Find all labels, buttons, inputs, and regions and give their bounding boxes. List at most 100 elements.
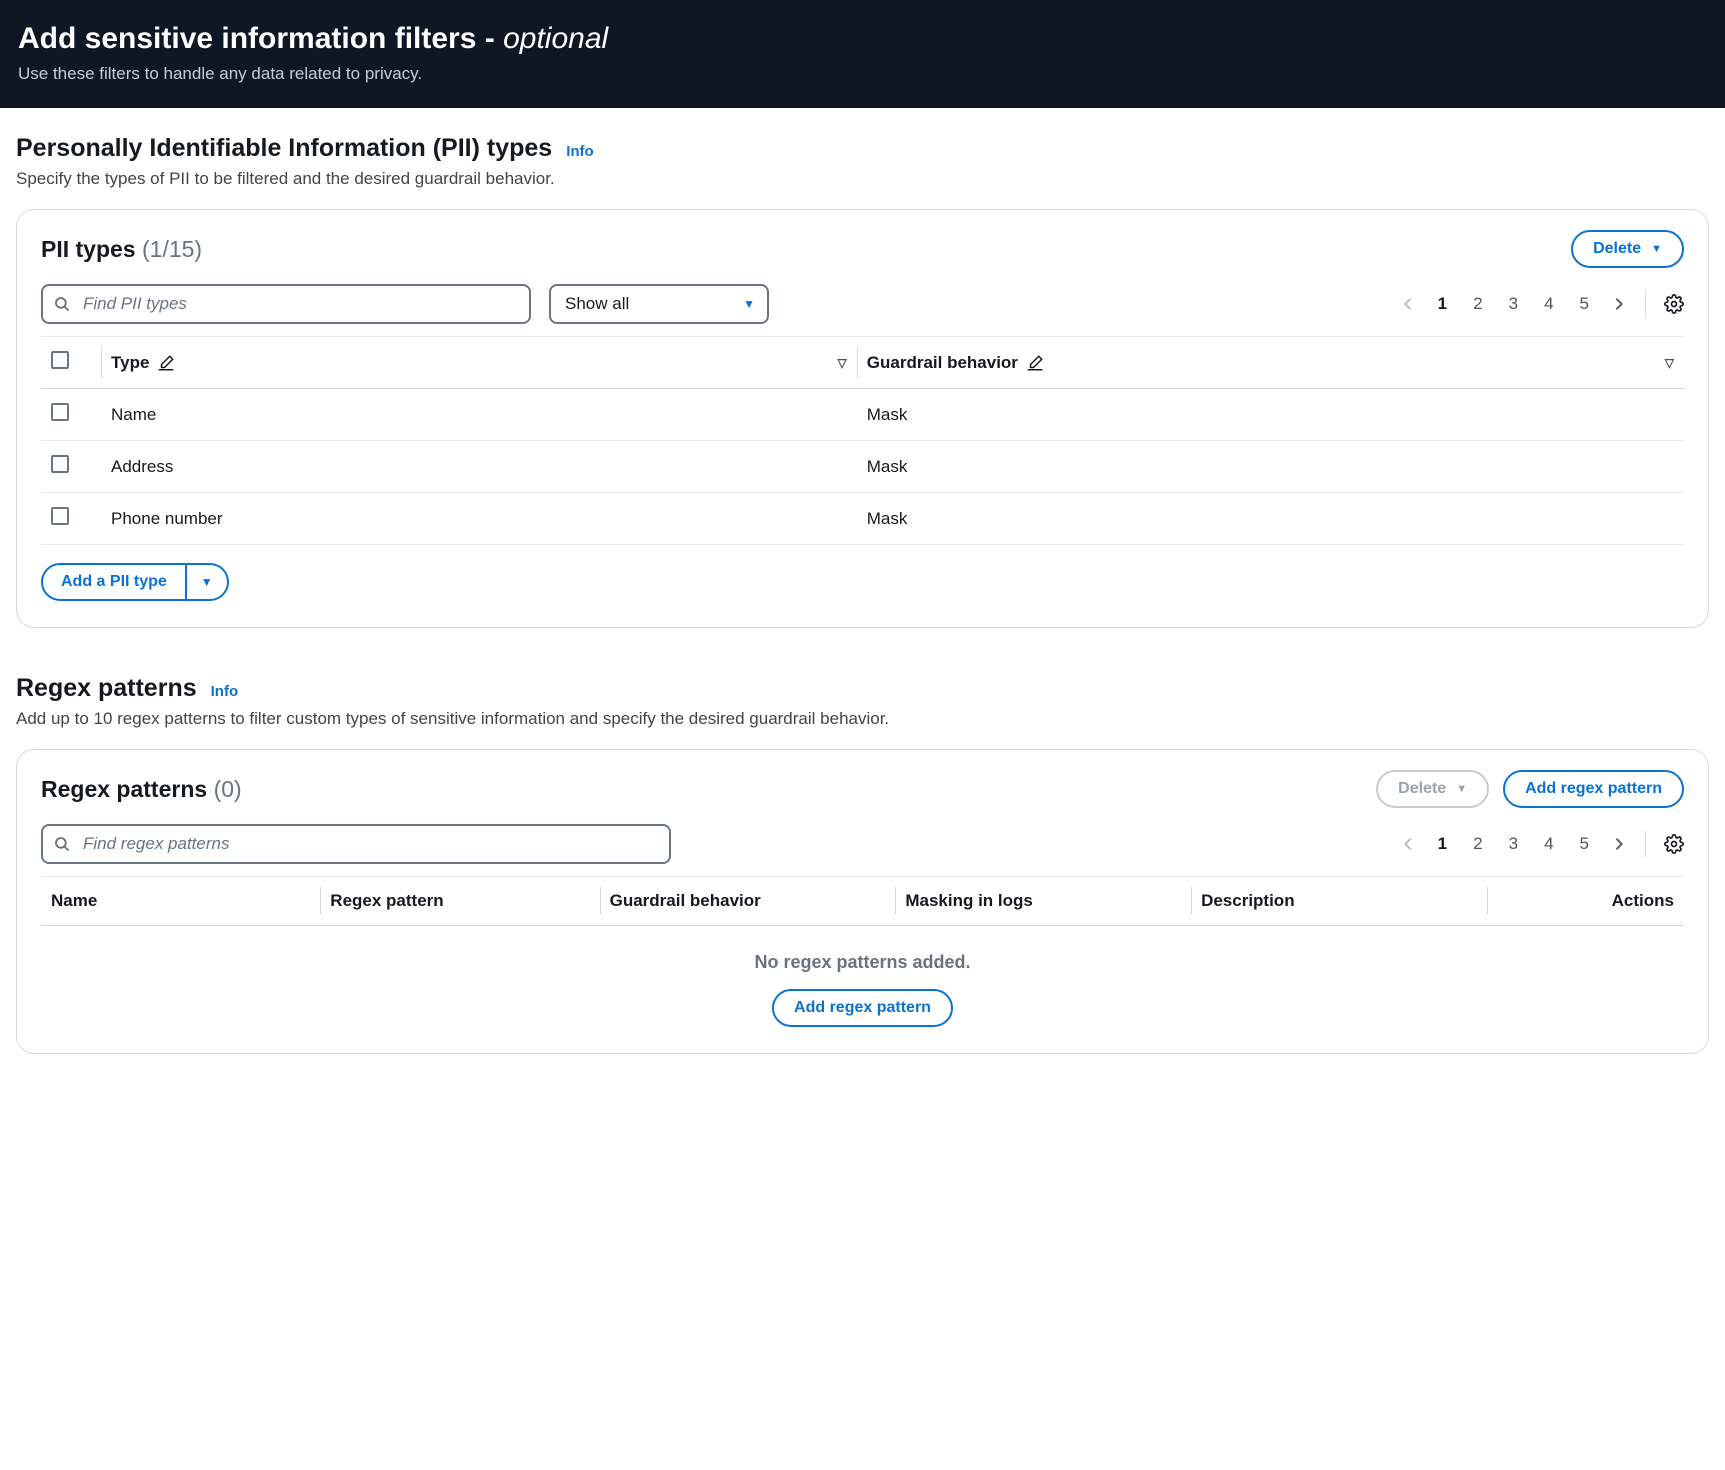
pager-page-5[interactable]: 5 bbox=[1576, 294, 1593, 314]
cell-type: Phone number bbox=[101, 493, 857, 545]
pager-page-2[interactable]: 2 bbox=[1469, 834, 1486, 854]
pii-th-type-label: Type bbox=[111, 353, 149, 373]
regex-section-sub: Add up to 10 regex patterns to filter cu… bbox=[16, 709, 1709, 729]
regex-th-pattern[interactable]: Regex pattern bbox=[320, 877, 599, 926]
search-icon bbox=[53, 295, 71, 313]
column-divider bbox=[320, 887, 321, 915]
regex-card-count: (0) bbox=[214, 776, 242, 802]
gear-icon[interactable] bbox=[1664, 294, 1684, 314]
pager-page-5[interactable]: 5 bbox=[1576, 834, 1593, 854]
add-pii-split-button: Add a PII type ▼ bbox=[41, 563, 229, 601]
pager-separator bbox=[1645, 831, 1646, 857]
regex-empty-add-button[interactable]: Add regex pattern bbox=[772, 989, 953, 1027]
page-header: Add sensitive information filters - opti… bbox=[0, 0, 1725, 108]
row-checkbox[interactable] bbox=[51, 403, 69, 421]
regex-th-behavior[interactable]: Guardrail behavior bbox=[600, 877, 896, 926]
pii-delete-button[interactable]: Delete ▼ bbox=[1571, 230, 1684, 268]
pager-page-1[interactable]: 1 bbox=[1434, 294, 1451, 314]
regex-card-title: Regex patterns (0) bbox=[41, 776, 242, 803]
cell-behavior: Mask bbox=[857, 441, 1684, 493]
column-divider bbox=[1487, 887, 1488, 915]
regex-delete-button[interactable]: Delete ▼ bbox=[1376, 770, 1489, 808]
pii-section-sub: Specify the types of PII to be filtered … bbox=[16, 169, 1709, 189]
pii-pager: 1 2 3 4 5 bbox=[1400, 291, 1684, 317]
column-divider bbox=[857, 347, 858, 378]
regex-pager: 1 2 3 4 5 bbox=[1400, 831, 1684, 857]
regex-th-logs-label: Masking in logs bbox=[905, 891, 1033, 911]
pager-prev-icon[interactable] bbox=[1400, 836, 1416, 852]
regex-th-desc[interactable]: Description bbox=[1191, 877, 1487, 926]
page-subtitle: Use these filters to handle any data rel… bbox=[18, 64, 1707, 84]
pager-page-3[interactable]: 3 bbox=[1505, 834, 1522, 854]
pii-table: Type ▽ Guardrail behavior bbox=[41, 336, 1684, 545]
column-divider bbox=[101, 347, 102, 378]
search-icon bbox=[53, 835, 71, 853]
regex-section-heading-row: Regex patterns Info bbox=[16, 674, 1709, 703]
regex-th-actions-label: Actions bbox=[1612, 891, 1674, 911]
regex-card-title-text: Regex patterns bbox=[41, 776, 207, 802]
pii-section-heading: Personally Identifiable Information (PII… bbox=[16, 134, 552, 163]
regex-th-name[interactable]: Name bbox=[41, 877, 320, 926]
column-divider bbox=[1191, 887, 1192, 915]
pii-th-select-all bbox=[41, 337, 101, 389]
pii-th-behavior[interactable]: Guardrail behavior ▽ bbox=[857, 337, 1684, 389]
regex-search-wrap bbox=[41, 824, 671, 864]
pager-next-icon[interactable] bbox=[1611, 836, 1627, 852]
regex-section-heading: Regex patterns bbox=[16, 674, 197, 703]
regex-th-behavior-label: Guardrail behavior bbox=[610, 891, 761, 911]
pii-filter-select-wrap: Show all ▼ bbox=[549, 284, 769, 324]
pii-filter-select-value: Show all bbox=[565, 294, 629, 314]
pii-card-count: (1/15) bbox=[142, 236, 202, 262]
pii-th-type[interactable]: Type ▽ bbox=[101, 337, 857, 389]
cell-type: Address bbox=[101, 441, 857, 493]
pager-page-4[interactable]: 4 bbox=[1540, 294, 1557, 314]
page-title: Add sensitive information filters - opti… bbox=[18, 22, 1707, 56]
row-checkbox[interactable] bbox=[51, 455, 69, 473]
regex-empty-message: No regex patterns added. bbox=[41, 952, 1684, 973]
pii-card-title-text: PII types bbox=[41, 236, 136, 262]
regex-th-actions[interactable]: Actions bbox=[1487, 877, 1684, 926]
regex-table: Name Regex pattern Guardrail behavior Ma… bbox=[41, 876, 1684, 926]
pager-page-1[interactable]: 1 bbox=[1434, 834, 1451, 854]
regex-th-desc-label: Description bbox=[1201, 891, 1295, 911]
cell-behavior: Mask bbox=[857, 493, 1684, 545]
pii-th-behavior-label: Guardrail behavior bbox=[867, 353, 1018, 373]
table-row: Address Mask bbox=[41, 441, 1684, 493]
pager-page-2[interactable]: 2 bbox=[1469, 294, 1486, 314]
cell-behavior: Mask bbox=[857, 389, 1684, 441]
regex-add-button[interactable]: Add regex pattern bbox=[1503, 770, 1684, 808]
edit-icon bbox=[1026, 354, 1044, 372]
regex-info-link[interactable]: Info bbox=[211, 683, 239, 700]
gear-icon[interactable] bbox=[1664, 834, 1684, 854]
caret-down-icon: ▼ bbox=[1456, 783, 1467, 795]
pii-filter-select[interactable]: Show all bbox=[549, 284, 769, 324]
row-checkbox[interactable] bbox=[51, 507, 69, 525]
regex-th-pattern-label: Regex pattern bbox=[330, 891, 443, 911]
regex-card: Regex patterns (0) Delete ▼ Add regex pa… bbox=[16, 749, 1709, 1054]
edit-icon bbox=[157, 354, 175, 372]
caret-down-icon: ▼ bbox=[743, 297, 755, 311]
pii-section-heading-row: Personally Identifiable Information (PII… bbox=[16, 134, 1709, 163]
select-all-checkbox[interactable] bbox=[51, 351, 69, 369]
regex-th-logs[interactable]: Masking in logs bbox=[895, 877, 1191, 926]
pii-delete-label: Delete bbox=[1593, 240, 1641, 258]
pager-separator bbox=[1645, 291, 1646, 317]
regex-th-name-label: Name bbox=[51, 891, 97, 911]
pii-search-input[interactable] bbox=[41, 284, 531, 324]
pii-search-wrap bbox=[41, 284, 531, 324]
pager-next-icon[interactable] bbox=[1611, 296, 1627, 312]
pii-info-link[interactable]: Info bbox=[566, 143, 594, 160]
add-pii-button[interactable]: Add a PII type bbox=[41, 563, 187, 601]
page-title-main: Add sensitive information filters - bbox=[18, 22, 503, 55]
pii-card: PII types (1/15) Delete ▼ Show all ▼ bbox=[16, 209, 1709, 628]
regex-search-input[interactable] bbox=[41, 824, 671, 864]
pager-page-3[interactable]: 3 bbox=[1505, 294, 1522, 314]
page-title-optional: optional bbox=[503, 22, 608, 55]
pager-page-4[interactable]: 4 bbox=[1540, 834, 1557, 854]
add-pii-dropdown[interactable]: ▼ bbox=[186, 563, 229, 601]
cell-type: Name bbox=[101, 389, 857, 441]
pager-prev-icon[interactable] bbox=[1400, 296, 1416, 312]
sort-icon: ▽ bbox=[838, 356, 847, 370]
regex-delete-label: Delete bbox=[1398, 780, 1446, 798]
caret-down-icon: ▼ bbox=[1651, 243, 1662, 255]
